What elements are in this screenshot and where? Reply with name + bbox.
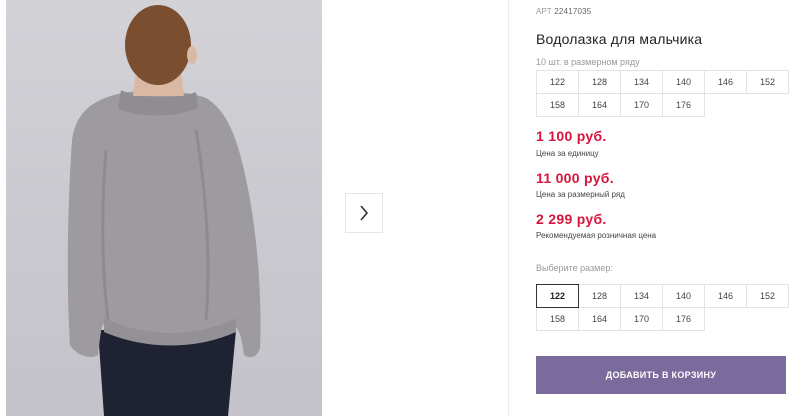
divider bbox=[508, 0, 509, 416]
next-image-button[interactable] bbox=[345, 193, 383, 233]
size-option-128[interactable]: 128 bbox=[578, 284, 621, 308]
article-label: АРТ bbox=[536, 7, 552, 16]
retail-price: 2 299 руб. bbox=[536, 211, 607, 227]
size-option-152[interactable]: 152 bbox=[746, 284, 789, 308]
product-photo[interactable] bbox=[6, 0, 322, 416]
pack-note: 10 шт. в размерном ряду bbox=[536, 57, 640, 67]
unit-price: 1 100 руб. bbox=[536, 128, 607, 144]
pack-size-cell: 128 bbox=[578, 70, 621, 94]
size-option-122[interactable]: 122 bbox=[536, 284, 579, 308]
pack-size-cell: 170 bbox=[620, 93, 663, 117]
size-picker-label: Выберите размер: bbox=[536, 263, 613, 273]
retail-price-label: Рекомендуемая розничная цена bbox=[536, 231, 657, 240]
unit-price-label: Цена за единицу bbox=[536, 149, 599, 158]
pack-price: 11 000 руб. bbox=[536, 170, 614, 186]
product-title: Водолазка для мальчика bbox=[536, 31, 703, 47]
size-option-158[interactable]: 158 bbox=[536, 307, 579, 331]
pack-size-cell: 140 bbox=[662, 70, 705, 94]
pack-size-cell: 146 bbox=[704, 70, 747, 94]
size-option-134[interactable]: 134 bbox=[620, 284, 663, 308]
add-to-cart-button[interactable]: ДОБАВИТЬ В КОРЗИНУ bbox=[536, 356, 786, 394]
product-gallery bbox=[0, 0, 508, 416]
pack-size-cell: 164 bbox=[578, 93, 621, 117]
article-number: АРТ 22417035 bbox=[536, 7, 591, 16]
pack-size-grid: 122 128 134 140 146 152 158 164 170 176 bbox=[536, 70, 789, 117]
size-option-146[interactable]: 146 bbox=[704, 284, 747, 308]
pack-size-cell: 158 bbox=[536, 93, 579, 117]
pack-size-cell: 152 bbox=[746, 70, 789, 94]
size-option-176[interactable]: 176 bbox=[662, 307, 705, 331]
size-option-164[interactable]: 164 bbox=[578, 307, 621, 331]
pack-size-cell: 176 bbox=[662, 93, 705, 117]
size-option-170[interactable]: 170 bbox=[620, 307, 663, 331]
size-picker: 122 128 134 140 146 152 158 164 170 176 bbox=[536, 284, 789, 331]
chevron-right-icon bbox=[360, 205, 369, 221]
pack-price-label: Цена за размерный ряд bbox=[536, 190, 625, 199]
pack-size-cell: 134 bbox=[620, 70, 663, 94]
article-value: 22417035 bbox=[554, 7, 592, 16]
size-option-140[interactable]: 140 bbox=[662, 284, 705, 308]
pack-size-cell: 122 bbox=[536, 70, 579, 94]
